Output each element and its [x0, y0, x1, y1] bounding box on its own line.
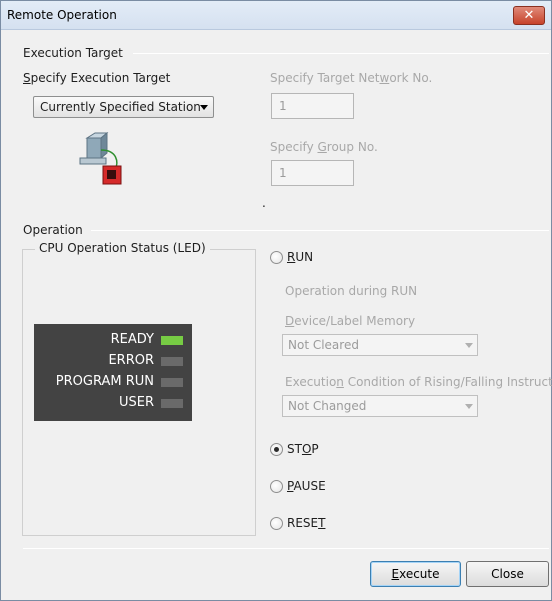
execute-button[interactable]: Execute — [370, 561, 461, 587]
operation-during-run-label: Operation during RUN — [285, 284, 418, 298]
led-label-error: ERROR — [108, 353, 154, 368]
cpu-status-group-title: CPU Operation Status (LED) — [35, 241, 210, 255]
pause-radio-label[interactable]: PAUSE — [287, 479, 326, 493]
execution-target-dropdown[interactable]: Currently Specified Station — [33, 96, 214, 118]
reset-radio[interactable] — [270, 517, 283, 530]
specify-execution-target-label: Specify Execution Target — [23, 71, 171, 85]
pause-radio[interactable] — [270, 480, 283, 493]
led-label-program-run: PROGRAM RUN — [55, 374, 154, 389]
footer-divider — [23, 548, 549, 549]
close-window-button[interactable]: ✕ — [513, 6, 545, 25]
led-error-indicator — [161, 357, 183, 366]
section-divider — [91, 230, 549, 231]
target-network-label: Specify Target Network No. — [270, 71, 433, 85]
stop-radio-label[interactable]: STOP — [287, 442, 319, 456]
window-title: Remote Operation — [7, 8, 117, 22]
run-radio[interactable] — [270, 251, 283, 264]
led-program-run-indicator — [161, 378, 183, 387]
group-no-input[interactable]: 1 — [271, 160, 354, 186]
chevron-down-icon — [200, 105, 208, 110]
run-radio-label[interactable]: RUN — [287, 250, 313, 264]
group-no-label: Specify Group No. — [270, 140, 378, 154]
chevron-down-icon — [465, 343, 473, 348]
title-bar: Remote Operation ✕ — [1, 1, 551, 30]
led-user-indicator — [161, 399, 183, 408]
execution-target-value: Currently Specified Station — [40, 100, 201, 114]
led-panel: READY ERROR PROGRAM RUN USER — [34, 324, 192, 421]
execution-target-section-title: Execution Target — [23, 46, 123, 60]
station-icon — [79, 132, 122, 185]
device-label-memory-label: Device/Label Memory — [285, 314, 416, 328]
device-label-memory-dropdown[interactable]: Not Cleared — [282, 334, 478, 356]
dot-marker: . — [262, 196, 266, 210]
stop-radio[interactable] — [270, 443, 283, 456]
operation-section-title: Operation — [23, 223, 83, 237]
led-ready-indicator — [161, 336, 183, 345]
chevron-down-icon — [465, 404, 473, 409]
led-label-ready: READY — [110, 332, 154, 347]
remote-operation-dialog: Remote Operation ✕ Execution Target Spec… — [0, 0, 552, 601]
section-divider — [133, 53, 549, 54]
execution-condition-label: Execution Condition of Rising/Falling In… — [285, 375, 552, 389]
reset-radio-label[interactable]: RESET — [287, 516, 325, 530]
execution-condition-dropdown[interactable]: Not Changed — [282, 395, 478, 417]
led-label-user: USER — [118, 395, 154, 410]
target-network-input[interactable]: 1 — [271, 93, 354, 119]
close-button[interactable]: Close — [466, 561, 549, 587]
